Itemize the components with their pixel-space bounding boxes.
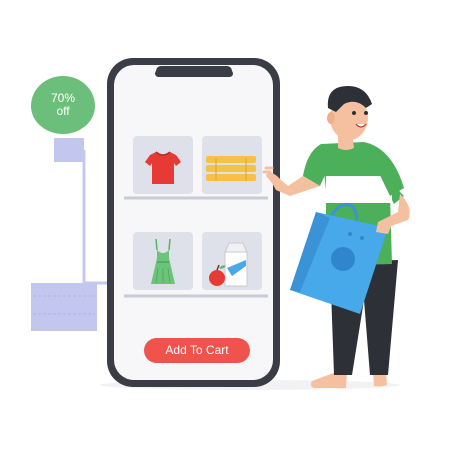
folded-clothes-icon [206, 156, 256, 181]
discount-badge: 70% off [31, 76, 95, 134]
product-card-tshirt[interactable] [133, 136, 193, 194]
product-card-groceries[interactable] [202, 232, 262, 290]
product-card-dress[interactable] [133, 232, 193, 290]
add-to-cart-button[interactable]: Add To Cart [144, 338, 250, 363]
price-tag-decoration [31, 138, 120, 331]
discount-badge-off: off [56, 104, 70, 118]
shopper-character [262, 86, 410, 388]
product-card-folded-clothes[interactable] [202, 136, 262, 194]
shopping-illustration [0, 0, 450, 450]
